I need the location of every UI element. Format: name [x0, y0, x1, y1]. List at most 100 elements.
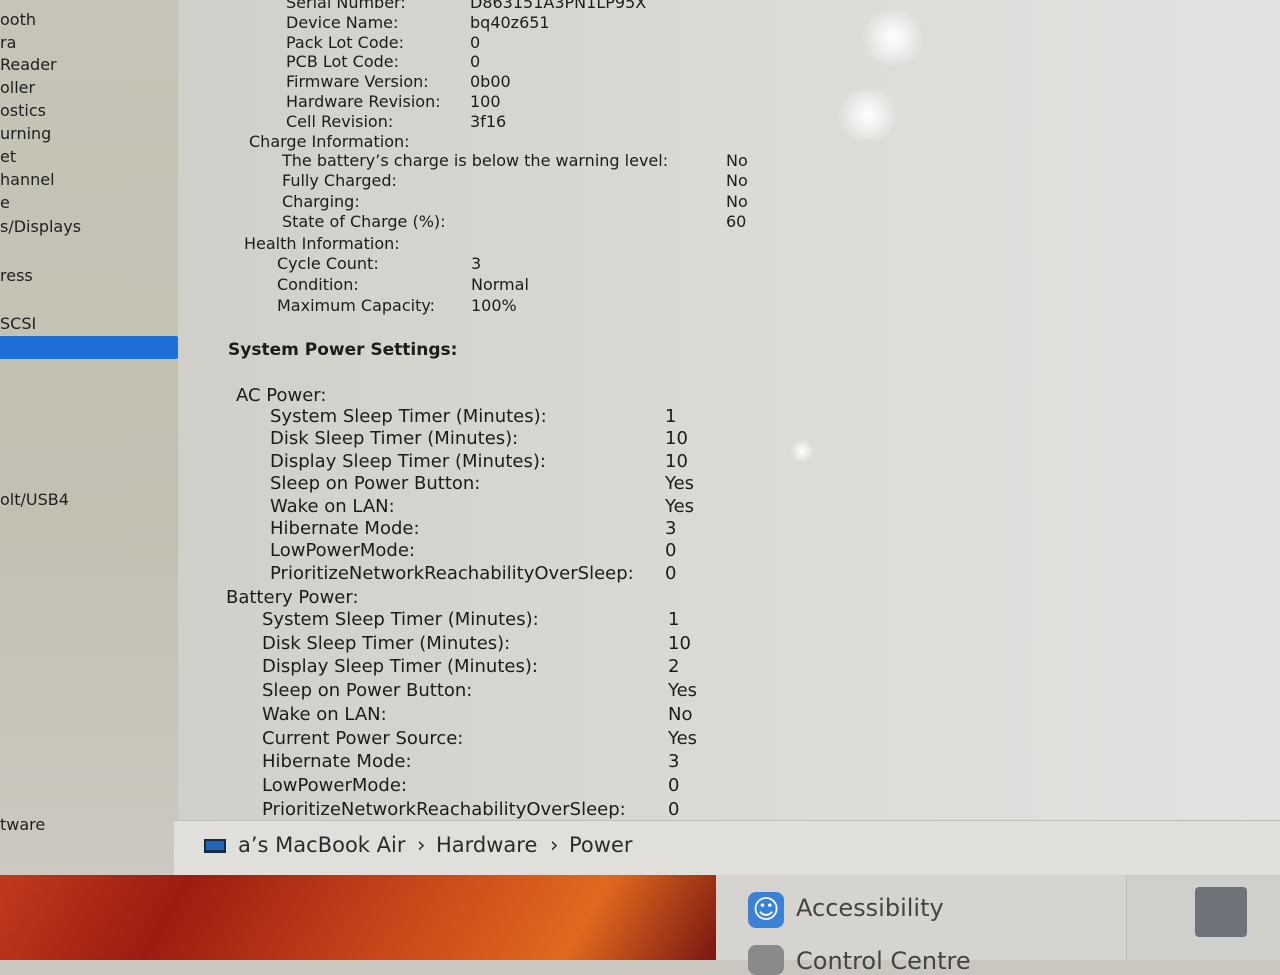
charge-information-header: Charge Information:: [249, 132, 410, 151]
laptop-icon: [204, 839, 226, 853]
property-label: PrioritizeNetworkReachabilityOverSleep:: [262, 798, 626, 820]
property-label: Firmware Version:: [286, 72, 429, 92]
property-label: Current Power Source:: [262, 727, 464, 749]
sidebar-item[interactable]: ra: [0, 33, 16, 52]
property-label: Disk Sleep Timer (Minutes):: [262, 632, 511, 654]
property-label: Serial Number:: [286, 0, 406, 12]
property-value: 0: [470, 32, 481, 52]
property-label: PrioritizeNetworkReachabilityOverSleep:: [270, 562, 634, 584]
property-label: Hardware Revision:: [286, 92, 441, 111]
control-centre-icon: [748, 945, 784, 975]
property-value: 3: [471, 254, 482, 273]
property-value: No: [726, 191, 748, 211]
sidebar-item[interactable]: et: [0, 147, 16, 166]
screen-glare: [833, 90, 903, 140]
property-label: Sleep on Power Button:: [262, 680, 473, 702]
property-label: Wake on LAN:: [270, 495, 395, 517]
sidebar-item[interactable]: oller: [0, 78, 35, 97]
sidebar-item[interactable]: Reader: [0, 55, 57, 74]
property-label: Maximum Capacity:: [277, 296, 436, 315]
property-value: 3f16: [470, 111, 507, 131]
sidebar-item[interactable]: ostics: [0, 101, 46, 120]
breadcrumb-separator: ›: [417, 833, 426, 857]
screen-glare: [790, 440, 814, 462]
property-value: 10: [665, 450, 688, 472]
breadcrumb-separator: ›: [550, 833, 559, 857]
property-value: No: [726, 171, 748, 191]
property-label: System Sleep Timer (Minutes):: [262, 609, 539, 630]
screen-glare: [858, 10, 928, 65]
property-label: Display Sleep Timer (Minutes):: [270, 450, 546, 472]
property-label: System Sleep Timer (Minutes):: [270, 406, 547, 427]
sidebar-item[interactable]: olt/USB4: [0, 490, 69, 509]
property-label: LowPowerMode:: [262, 774, 407, 796]
property-value: Yes: [665, 495, 695, 517]
sidebar-item[interactable]: tware: [0, 815, 45, 834]
health-information-header: Health Information:: [244, 234, 400, 253]
property-label: Cycle Count:: [277, 254, 379, 273]
sidebar-item[interactable]: urning: [0, 124, 51, 143]
property-value: No: [726, 151, 748, 170]
sidebar-item[interactable]: ress: [0, 266, 33, 285]
breadcrumb-hardware[interactable]: Hardware: [436, 833, 537, 857]
property-value: 10: [668, 632, 691, 654]
accessibility-icon: ☺: [748, 892, 784, 928]
sidebar-item[interactable]: hannel: [0, 170, 55, 189]
property-label: LowPowerMode:: [270, 540, 415, 562]
ac-power-header: AC Power:: [236, 385, 327, 406]
desktop-wallpaper: [0, 875, 716, 960]
property-label: Device Name:: [286, 12, 399, 32]
property-value: 0: [668, 774, 680, 796]
property-value: 100%: [471, 296, 517, 315]
adjacent-panel: [1126, 875, 1280, 960]
breadcrumb-device[interactable]: a’s MacBook Air: [238, 833, 405, 857]
settings-item-accessibility[interactable]: Accessibility: [796, 894, 944, 922]
property-label: Pack Lot Code:: [286, 32, 405, 52]
sidebar-item[interactable]: SCSI: [0, 314, 36, 333]
property-value: Normal: [471, 275, 529, 294]
property-value: bq40z651: [470, 12, 550, 32]
property-label: Charging:: [282, 191, 360, 211]
property-value: D863151A3PN1LP95X: [470, 0, 647, 12]
property-value: 0b00: [470, 72, 511, 92]
property-value: No: [668, 703, 693, 725]
sidebar-item[interactable]: s/Displays: [0, 217, 81, 236]
sidebar-item[interactable]: ooth: [0, 10, 36, 29]
property-label: Wake on LAN:: [262, 703, 387, 725]
property-value: 0: [668, 798, 680, 820]
property-value: 3: [668, 751, 680, 773]
breadcrumb-power[interactable]: Power: [569, 833, 633, 857]
battery-power-header: Battery Power:: [226, 587, 359, 608]
property-label: Sleep on Power Button:: [270, 473, 481, 495]
property-value: 0: [665, 540, 677, 562]
display-icon: [1195, 887, 1247, 937]
sidebar: ooth ra Reader oller ostics urning et hannel e s/…: [0, 0, 181, 875]
property-value: 2: [668, 656, 680, 678]
property-label: Display Sleep Timer (Minutes):: [262, 656, 538, 678]
property-value: 10: [665, 428, 688, 450]
property-value: 60: [726, 212, 747, 232]
property-label: State of Charge (%):: [282, 212, 446, 232]
property-label: The battery’s charge is below the warnin…: [282, 151, 669, 170]
property-value: Yes: [668, 727, 698, 749]
property-value: 1: [665, 406, 677, 427]
property-label: PCB Lot Code:: [286, 52, 400, 72]
property-value: Yes: [668, 680, 698, 702]
property-label: Fully Charged:: [282, 171, 397, 191]
property-label: Hibernate Mode:: [262, 751, 412, 773]
system-settings-window: ☺ Accessibility Control Centre: [716, 875, 1280, 975]
property-value: 100: [470, 92, 501, 111]
property-value: 1: [668, 609, 680, 630]
property-label: Cell Revision:: [286, 111, 394, 131]
property-label: Hibernate Mode:: [270, 518, 420, 539]
property-value: 0: [470, 52, 481, 72]
sidebar-item[interactable]: e: [0, 193, 10, 212]
system-power-settings-header: System Power Settings:: [228, 340, 458, 360]
path-bar: a’s MacBook Air › Hardware › Power: [174, 820, 1280, 876]
property-value: Yes: [665, 473, 695, 495]
property-label: Disk Sleep Timer (Minutes):: [270, 428, 519, 450]
property-label: Condition:: [277, 275, 359, 294]
property-value: 0: [665, 562, 677, 584]
sidebar-selected-item-power[interactable]: [0, 336, 181, 359]
settings-item-control-centre[interactable]: Control Centre: [796, 947, 971, 975]
